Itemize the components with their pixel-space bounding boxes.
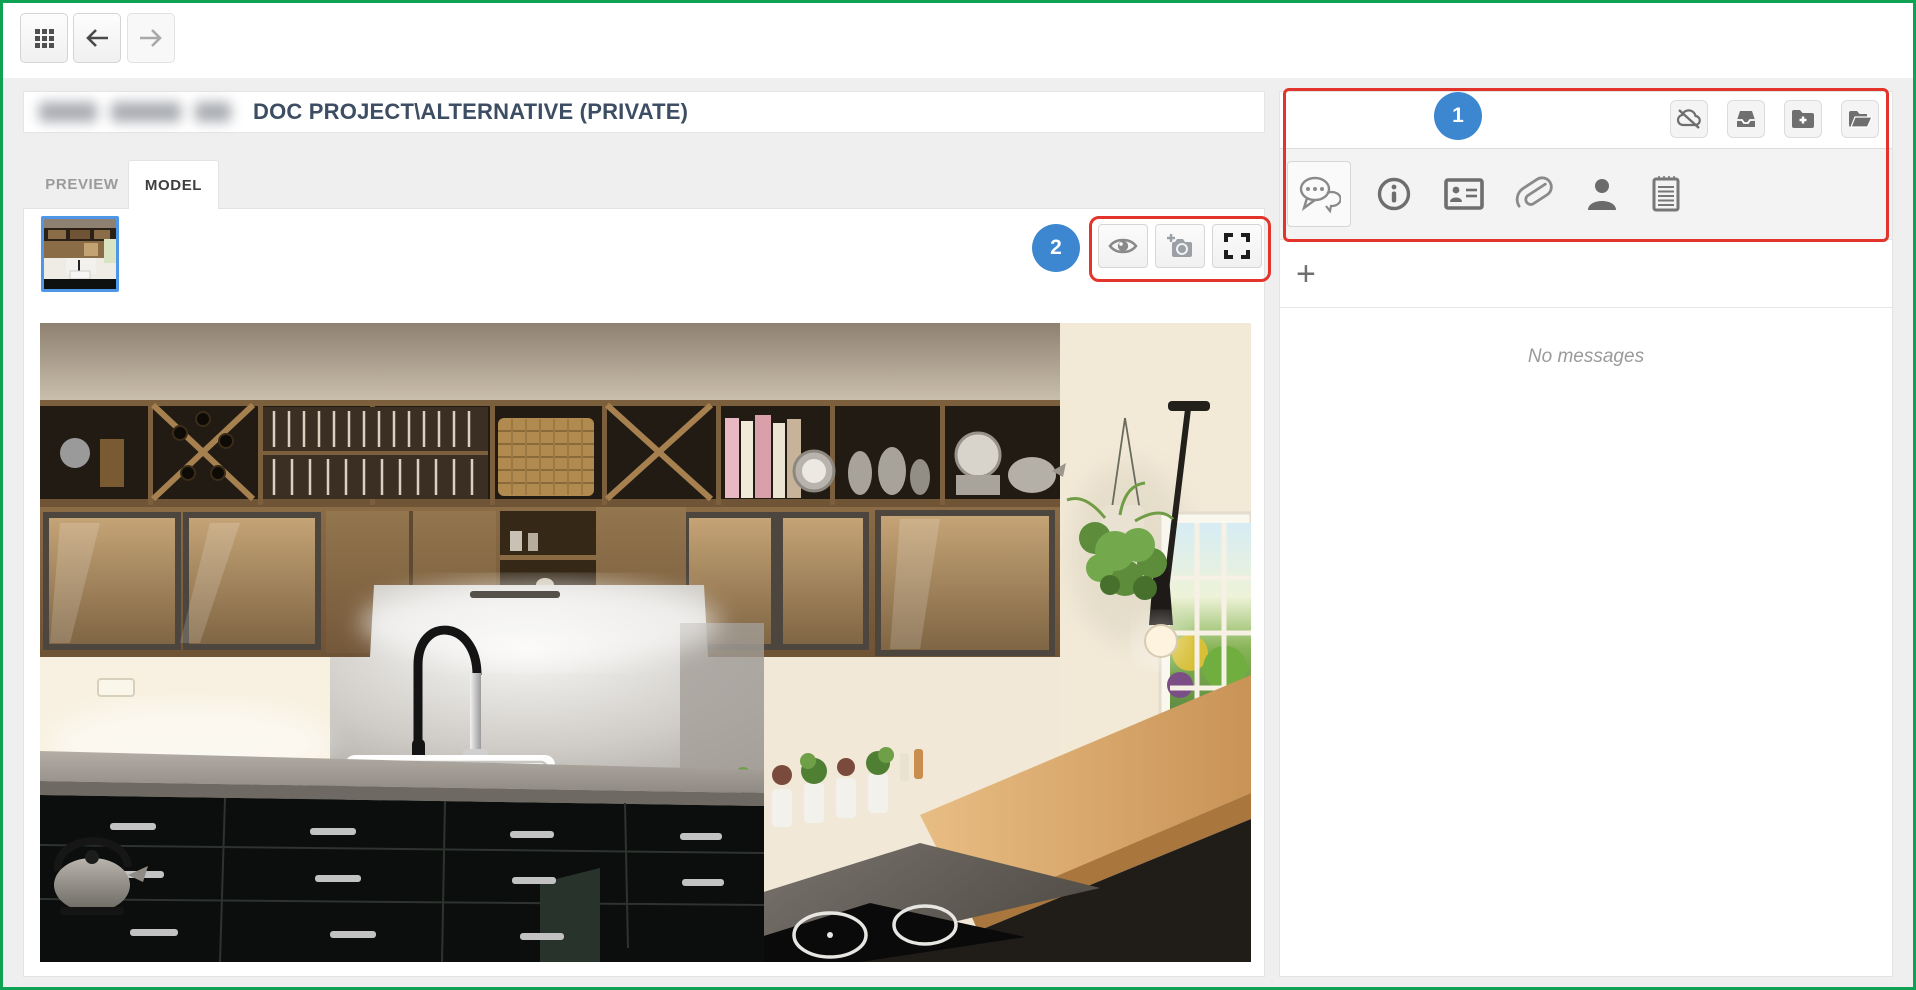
tab-preview[interactable]: PREVIEW bbox=[36, 160, 128, 209]
messages-icon bbox=[1297, 175, 1341, 213]
model-render-image[interactable] bbox=[40, 323, 1251, 962]
fullscreen-button[interactable] bbox=[1212, 224, 1262, 268]
inbox-icon bbox=[1733, 108, 1759, 130]
page-title: DOC PROJECT\ALTERNATIVE (PRIVATE) bbox=[253, 99, 688, 125]
eye-icon bbox=[1107, 234, 1139, 258]
camera-plus-icon bbox=[1166, 233, 1194, 259]
fullscreen-icon bbox=[1224, 233, 1250, 259]
contact-card-icon bbox=[1444, 178, 1484, 210]
forward-button[interactable] bbox=[127, 13, 175, 63]
title-redacted-blur bbox=[39, 102, 231, 122]
tab-messages[interactable] bbox=[1287, 161, 1351, 227]
cloud-off-icon bbox=[1676, 108, 1702, 130]
notepad-icon bbox=[1651, 175, 1681, 213]
add-message-row: + bbox=[1280, 240, 1892, 308]
empty-state-text: No messages bbox=[1279, 346, 1893, 368]
top-toolbar bbox=[0, 0, 1916, 78]
render-thumbnail-image bbox=[44, 219, 116, 289]
annotation-badge-2: 2 bbox=[1032, 224, 1080, 272]
tab-contact-card[interactable] bbox=[1432, 161, 1496, 227]
add-message-button[interactable]: + bbox=[1296, 257, 1316, 291]
add-folder-button[interactable] bbox=[1784, 100, 1822, 138]
folder-open-icon bbox=[1847, 108, 1873, 130]
open-folder-button[interactable] bbox=[1841, 100, 1879, 138]
apps-grid-button[interactable] bbox=[20, 13, 68, 63]
project-title-bar: DOC PROJECT\ALTERNATIVE (PRIVATE) bbox=[23, 91, 1265, 133]
annotation-badge-1: 1 bbox=[1434, 92, 1482, 140]
cloud-off-button[interactable] bbox=[1670, 100, 1708, 138]
snapshot-button[interactable] bbox=[1155, 224, 1205, 268]
arrow-right-icon bbox=[137, 26, 165, 50]
person-icon bbox=[1584, 176, 1620, 212]
tab-model[interactable]: MODEL bbox=[128, 160, 219, 209]
tab-notes[interactable] bbox=[1634, 161, 1698, 227]
tab-attachments[interactable] bbox=[1502, 161, 1566, 227]
render-thumbnail[interactable] bbox=[41, 216, 119, 292]
app-window: DOC PROJECT\ALTERNATIVE (PRIVATE) PREVIE… bbox=[0, 0, 1916, 990]
paperclip-icon bbox=[1514, 174, 1554, 214]
apps-grid-icon bbox=[32, 26, 56, 50]
inbox-button[interactable] bbox=[1727, 100, 1765, 138]
folder-plus-icon bbox=[1790, 108, 1816, 130]
tab-info[interactable] bbox=[1362, 161, 1426, 227]
info-icon bbox=[1376, 176, 1412, 212]
show-button[interactable] bbox=[1098, 224, 1148, 268]
back-button[interactable] bbox=[73, 13, 121, 63]
tab-people[interactable] bbox=[1570, 161, 1634, 227]
arrow-left-icon bbox=[83, 26, 111, 50]
